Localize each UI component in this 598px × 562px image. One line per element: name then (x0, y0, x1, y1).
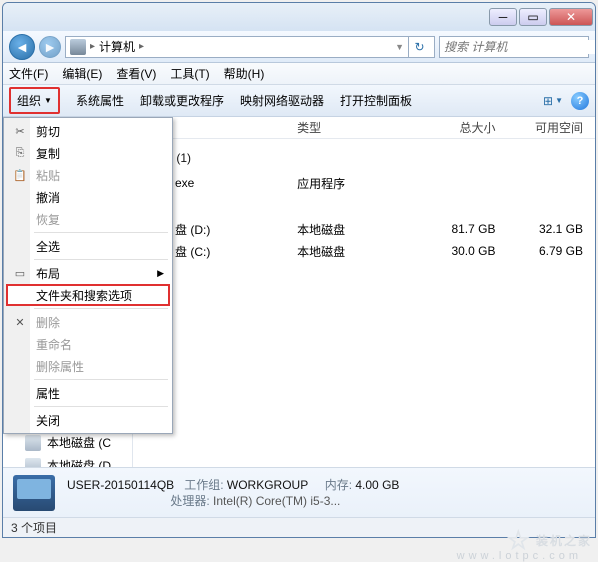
dd-redo: 恢复 (6, 208, 170, 230)
col-header-size[interactable]: 总大小 (419, 119, 511, 136)
cpu-label: 处理器: (170, 494, 209, 508)
search-input[interactable] (444, 40, 596, 54)
menu-bar: 文件(F) 编辑(E) 查看(V) 工具(T) 帮助(H) (3, 63, 595, 85)
details-name: USER-20150114QB (67, 478, 174, 492)
cell-type: 应用程序 (297, 175, 419, 192)
chevron-down-icon: ▼ (555, 96, 563, 105)
chevron-icon[interactable]: ▸ (139, 41, 144, 52)
dd-delete: ✕删除 (6, 311, 170, 333)
sidebar-item-disk-d[interactable]: 本地磁盘 (D (3, 454, 132, 467)
cell-name: exe (175, 176, 194, 190)
toolbar-system-properties[interactable]: 系统属性 (76, 92, 124, 109)
breadcrumb-text[interactable]: 计算机 (99, 38, 135, 55)
sidebar-item-disk-c[interactable]: 本地磁盘 (C (3, 431, 132, 454)
organize-button[interactable]: 组织 ▼ (9, 87, 60, 114)
maximize-button[interactable]: ▭ (519, 8, 547, 26)
refresh-button[interactable]: ↻ (408, 36, 430, 58)
cell-name: 盘 (D:) (175, 221, 210, 238)
dd-layout[interactable]: ▭布局▶ (6, 262, 170, 284)
column-headers: 名称 类型 总大小 可用空间 (133, 117, 595, 139)
menu-file[interactable]: 文件(F) (9, 65, 48, 82)
navigation-bar: ◄ ► ▸ 计算机 ▸ ▼ ↻ 🔍 (3, 31, 595, 63)
group-header[interactable]: 置 (1) (133, 143, 595, 172)
cell-name: 盘 (C:) (175, 243, 210, 260)
titlebar: ─ ▭ ✕ (3, 3, 595, 31)
cell-type: 本地磁盘 (297, 221, 419, 238)
dd-folder-options[interactable]: 文件夹和搜索选项 (6, 284, 170, 306)
list-row[interactable]: exe 应用程序 (133, 172, 595, 194)
search-box[interactable]: 🔍 (439, 36, 589, 58)
sidebar-label: 本地磁盘 (D (47, 457, 111, 467)
toolbar-control-panel[interactable]: 打开控制面板 (340, 92, 412, 109)
disk-icon (25, 458, 41, 468)
view-mode-button[interactable]: ⊞ ▼ (543, 94, 563, 108)
chevron-right-icon: ▶ (157, 268, 164, 279)
view-icon: ⊞ (543, 94, 553, 108)
dd-copy[interactable]: ⎘复制 (6, 142, 170, 164)
file-list: 名称 类型 总大小 可用空间 置 (1) exe 应用程序 盘 (D:) 本地磁… (133, 117, 595, 467)
dd-select-all[interactable]: 全选 (6, 235, 170, 257)
computer-icon (13, 475, 55, 511)
item-count: 3 个项目 (11, 519, 57, 536)
breadcrumb[interactable]: ▸ 计算机 ▸ ▼ ↻ (65, 36, 435, 58)
cell-free: 6.79 GB (511, 244, 595, 258)
cell-size: 30.0 GB (419, 244, 511, 258)
details-pane: USER-20150114QB 工作组: WORKGROUP 内存: 4.00 … (3, 467, 595, 517)
copy-icon: ⎘ (12, 145, 28, 161)
layout-icon: ▭ (12, 265, 28, 281)
back-button[interactable]: ◄ (9, 34, 35, 60)
chevron-icon: ▸ (90, 41, 95, 52)
menu-view[interactable]: 查看(V) (116, 65, 156, 82)
dd-properties[interactable]: 属性 (6, 382, 170, 404)
menu-help[interactable]: 帮助(H) (224, 65, 265, 82)
forward-button[interactable]: ► (39, 36, 61, 58)
organize-dropdown: ✂剪切 ⎘复制 📋粘贴 撤消 恢复 全选 ▭布局▶ 文件夹和搜索选项 ✕删除 重… (3, 117, 173, 434)
minimize-button[interactable]: ─ (489, 8, 517, 26)
organize-label: 组织 (17, 92, 41, 109)
dd-remove-props: 删除属性 (6, 355, 170, 377)
toolbar-map-drive[interactable]: 映射网络驱动器 (240, 92, 324, 109)
help-button[interactable]: ? (571, 92, 589, 110)
cell-size: 81.7 GB (419, 222, 511, 236)
dd-paste: 📋粘贴 (6, 164, 170, 186)
dd-rename: 重命名 (6, 333, 170, 355)
list-row[interactable]: 盘 (D:) 本地磁盘 81.7 GB 32.1 GB (133, 218, 595, 240)
col-header-free[interactable]: 可用空间 (511, 119, 595, 136)
workgroup-value: WORKGROUP (227, 478, 308, 492)
separator (34, 406, 168, 407)
cpu-value: Intel(R) Core(TM) i5-3... (213, 494, 340, 508)
menu-edit[interactable]: 编辑(E) (62, 65, 102, 82)
memory-value: 4.00 GB (355, 478, 399, 492)
computer-icon (70, 39, 86, 55)
chevron-down-icon: ▼ (44, 96, 52, 105)
dd-close[interactable]: 关闭 (6, 409, 170, 431)
separator (34, 232, 168, 233)
close-button[interactable]: ✕ (549, 8, 593, 26)
status-bar: 3 个项目 (3, 517, 595, 537)
dropdown-icon[interactable]: ▼ (395, 42, 404, 52)
dd-undo[interactable]: 撤消 (6, 186, 170, 208)
cell-free: 32.1 GB (511, 222, 595, 236)
col-header-type[interactable]: 类型 (297, 119, 419, 136)
separator (34, 308, 168, 309)
cell-type: 本地磁盘 (297, 243, 419, 260)
sidebar-label: 本地磁盘 (C (47, 434, 111, 451)
dd-cut[interactable]: ✂剪切 (6, 120, 170, 142)
separator (34, 379, 168, 380)
memory-label: 内存: (325, 478, 352, 492)
workgroup-label: 工作组: (184, 478, 223, 492)
cut-icon: ✂ (12, 123, 28, 139)
menu-tools[interactable]: 工具(T) (170, 65, 209, 82)
list-row[interactable]: 盘 (C:) 本地磁盘 30.0 GB 6.79 GB (133, 240, 595, 262)
toolbar: 组织 ▼ 系统属性 卸载或更改程序 映射网络驱动器 打开控制面板 ⊞ ▼ ? (3, 85, 595, 117)
disk-icon (25, 435, 41, 451)
paste-icon: 📋 (12, 167, 28, 183)
separator (34, 259, 168, 260)
toolbar-uninstall[interactable]: 卸载或更改程序 (140, 92, 224, 109)
delete-icon: ✕ (12, 314, 28, 330)
watermark-url: www.lotpc.com (457, 550, 582, 562)
